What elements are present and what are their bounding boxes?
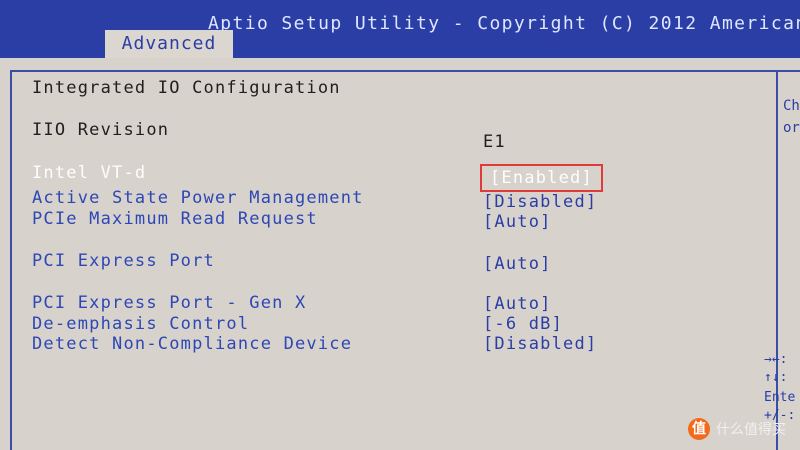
key-help-enter: Ente (764, 390, 796, 405)
de-emphasis-control-label[interactable]: De-emphasis Control (32, 314, 249, 334)
help-text-line-2: or (783, 120, 800, 136)
pci-express-port-value[interactable]: [Auto] (483, 254, 552, 274)
de-emphasis-control-value[interactable]: [-6 dB] (483, 314, 563, 334)
pci-express-port-gen-x-label[interactable]: PCI Express Port - Gen X (32, 293, 306, 313)
aspm-label[interactable]: Active State Power Management (32, 188, 364, 208)
bios-panel: Integrated IO Configuration IIO Revision… (0, 58, 800, 450)
key-help-up-down: ↑↓: (764, 370, 788, 385)
top-bar: Aptio Setup Utility - Copyright (C) 2012… (0, 0, 800, 58)
detect-non-compliance-value[interactable]: [Disabled] (483, 334, 597, 354)
pci-express-port-label[interactable]: PCI Express Port (32, 251, 215, 271)
frame-top (10, 70, 800, 72)
iio-revision-value: E1 (483, 132, 506, 152)
iio-revision-label: IIO Revision (32, 120, 170, 140)
section-title: Integrated IO Configuration (32, 78, 341, 98)
help-text-line-1: Ch (783, 98, 800, 114)
frame-left (10, 70, 12, 450)
intel-vt-d-label[interactable]: Intel VT-d (32, 163, 146, 183)
pcie-read-request-value[interactable]: [Auto] (483, 212, 552, 232)
window-title: Aptio Setup Utility - Copyright (C) 2012… (208, 13, 800, 34)
key-help-left-right: →←: (764, 352, 788, 367)
detect-non-compliance-label[interactable]: Detect Non-Compliance Device (32, 334, 352, 354)
intel-vt-d-value[interactable]: [Enabled] (480, 164, 603, 192)
aspm-value[interactable]: [Disabled] (483, 192, 597, 212)
tab-advanced[interactable]: Advanced (105, 30, 233, 58)
watermark: 值 什么值得买 (688, 418, 786, 440)
brand-text: 什么值得买 (716, 422, 786, 438)
pci-express-port-gen-x-value[interactable]: [Auto] (483, 294, 552, 314)
pcie-read-request-label[interactable]: PCIe Maximum Read Request (32, 209, 318, 229)
brand-logo-icon: 值 (688, 418, 710, 440)
